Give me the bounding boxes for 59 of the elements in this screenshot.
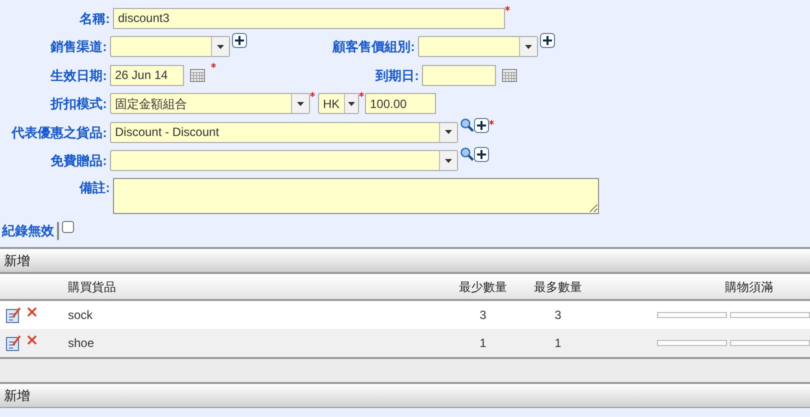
name-field[interactable]: discount3	[113, 8, 505, 29]
amount-input[interactable]	[657, 340, 727, 346]
dropdown-arrow-icon[interactable]	[217, 44, 224, 49]
dropdown-arrow-icon[interactable]	[525, 44, 532, 49]
dropdown-value: HK	[322, 96, 341, 113]
column-header: 最少數量	[458, 278, 508, 296]
search-icon[interactable]	[460, 146, 474, 160]
dropdown-value: Discount - Discount	[114, 124, 220, 142]
delete-icon[interactable]	[27, 335, 37, 345]
add-icon[interactable]	[474, 146, 489, 162]
remarks-field[interactable]	[113, 178, 599, 214]
column-header: 購買貨品	[68, 278, 117, 296]
dropdown-arrow-icon[interactable]	[445, 130, 452, 134]
table-cell-text: 3	[478, 307, 488, 324]
dropdown-field[interactable]	[110, 36, 230, 58]
amount-input[interactable]	[730, 312, 810, 318]
column-header: 最多數量	[533, 278, 583, 296]
add-link[interactable]: 新增	[4, 386, 30, 406]
dropdown-value: 固定金額組合	[114, 96, 188, 113]
field-label: 備註:	[78, 179, 111, 197]
edit-icon[interactable]	[6, 307, 21, 323]
dropdown-arrow-icon[interactable]	[297, 102, 304, 106]
field-label: 折扣模式:	[49, 95, 108, 113]
column-header: 購物須滿	[724, 278, 774, 296]
dropdown-field[interactable]	[418, 36, 538, 58]
table-cell-text: 1	[478, 335, 488, 352]
table-cell-text: 3	[554, 307, 562, 324]
search-icon[interactable]	[460, 118, 474, 132]
add-icon[interactable]	[232, 32, 247, 48]
field-label: 銷售渠道:	[49, 38, 108, 56]
field-label: 到期日:	[374, 66, 420, 84]
add-icon[interactable]	[540, 32, 555, 48]
dropdown-arrow-icon[interactable]	[348, 102, 355, 106]
dropdown-field[interactable]	[110, 150, 458, 172]
field-label: 生效日期:	[49, 66, 108, 84]
checkbox-label: 紀錄無效	[0, 222, 55, 240]
table-cell-text: shoe	[68, 335, 96, 352]
amount-field[interactable]: 100.00	[365, 93, 436, 114]
add-icon[interactable]	[474, 118, 489, 133]
field-label: 名稱:	[78, 10, 111, 28]
date-field[interactable]	[422, 64, 496, 86]
date-field[interactable]: 26 Jun 14	[110, 64, 184, 86]
calendar-icon[interactable]	[190, 68, 205, 83]
amount-input[interactable]	[730, 340, 810, 346]
table-cell-text: sock	[68, 307, 94, 324]
amount-input[interactable]	[657, 312, 727, 318]
table-cell-text: 1	[554, 335, 562, 352]
add-link[interactable]: 新增	[4, 250, 30, 270]
dropdown-field[interactable]: Discount - Discount	[110, 122, 458, 143]
calendar-icon[interactable]	[502, 68, 517, 83]
edit-icon[interactable]	[6, 335, 21, 351]
dropdown-field[interactable]: HK	[318, 93, 359, 114]
invalid-checkbox[interactable]	[62, 221, 74, 233]
field-label: 免費贈品:	[50, 152, 108, 170]
field-label: 顧客售價組別:	[331, 38, 416, 56]
dropdown-arrow-icon[interactable]	[445, 158, 452, 163]
dropdown-field[interactable]: 固定金額組合	[110, 93, 310, 114]
delete-icon[interactable]	[27, 307, 37, 317]
field-label: 代表優惠之貨品:	[10, 124, 108, 142]
